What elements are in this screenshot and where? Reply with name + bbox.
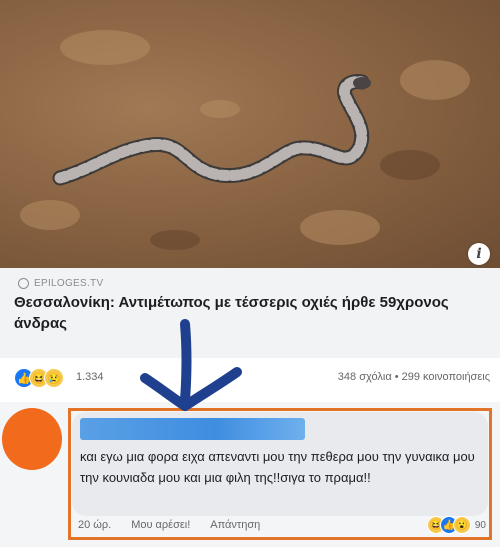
comment-reply-button[interactable]: Απάντηση (210, 519, 260, 531)
comment-text: και εγω μια φορα ειχα απεναντι μου την π… (80, 449, 475, 485)
source-label: EPILOGES.TV (34, 278, 104, 289)
snake-illustration (52, 74, 371, 186)
info-icon[interactable]: i (468, 243, 490, 265)
comment-reaction-count: 90 (474, 519, 486, 531)
post-image[interactable]: i (0, 0, 500, 268)
comment-time[interactable]: 20 ώρ. (78, 519, 111, 531)
sad-icon: 😢 (44, 368, 64, 388)
redacted-name (80, 418, 305, 440)
comment-like-button[interactable]: Μου αρέσει! (131, 519, 190, 531)
link-source: EPILOGES.TV (18, 278, 103, 289)
comment-actions: 20 ώρ. Μου αρέσει! Απάντηση (78, 519, 260, 531)
globe-icon (18, 278, 29, 289)
avatar[interactable] (2, 408, 62, 470)
post-reaction-count[interactable]: 1.334 (76, 371, 104, 383)
post-headline[interactable]: Θεσσαλονίκη: Αντιμέτωπος με τέσσερις οχι… (14, 292, 484, 334)
post-reaction-icons[interactable]: 👍 😆 😢 (14, 368, 64, 388)
comment-reactions[interactable]: 😆 👍 😮 90 (426, 516, 486, 534)
annotation-arrow (140, 319, 242, 411)
surprised-icon: 😮 (452, 516, 471, 534)
post-stats[interactable]: 348 σχόλια • 299 κοινοποιήσεις (338, 371, 490, 383)
